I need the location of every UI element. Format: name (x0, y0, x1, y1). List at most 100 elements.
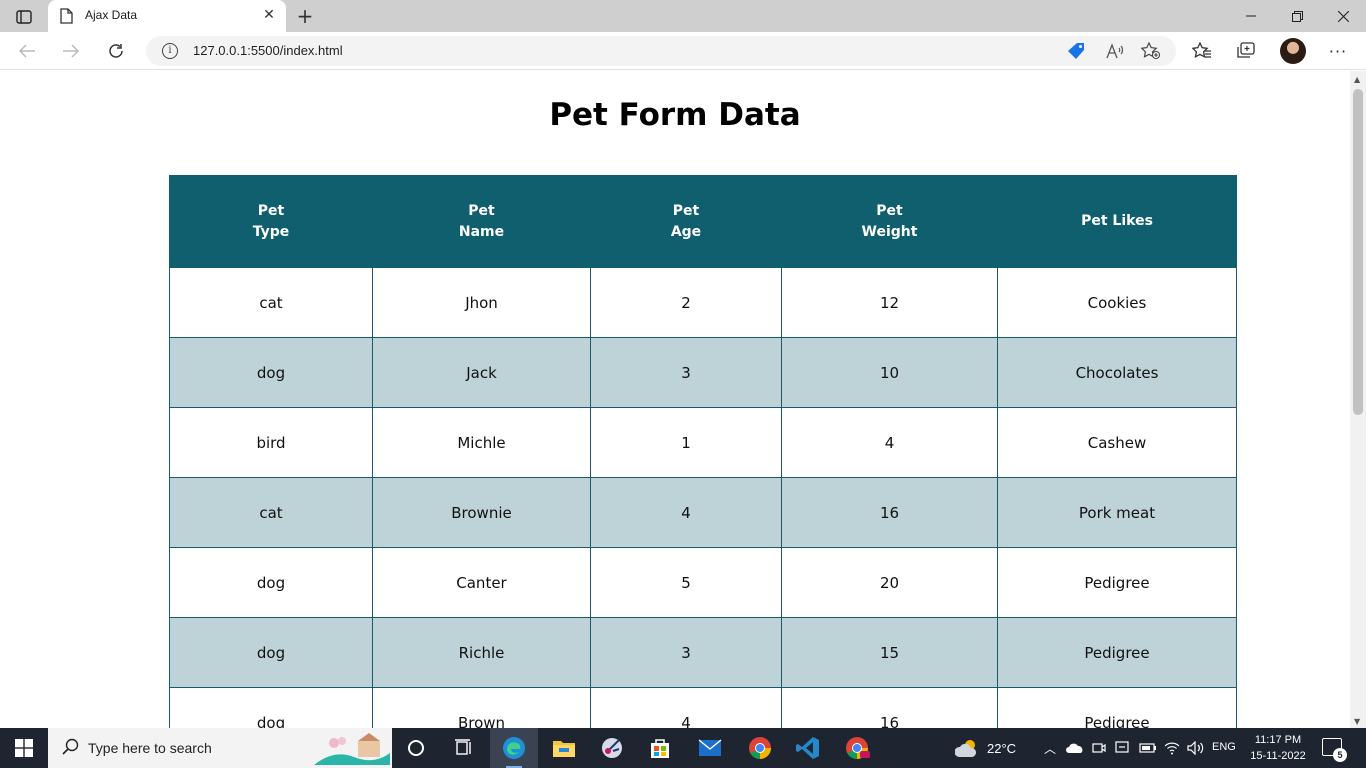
cell-pet-weight: 12 (781, 267, 998, 338)
chrome-profile-icon[interactable] (834, 728, 882, 768)
profile-avatar[interactable] (1280, 38, 1306, 64)
clock-time: 11:17 PM (1254, 734, 1302, 746)
favorites-icon[interactable] (1189, 39, 1215, 63)
address-bar[interactable]: i 127.0.0.1:5500/index.html (146, 36, 1176, 66)
table-header-row: Pet Type Pet Name Pet Age Pet Weight Pet Lik… (169, 175, 1237, 268)
cell-pet-type: cat (169, 477, 373, 548)
cell-pet-weight: 15 (781, 617, 998, 688)
cell-pet-name: Richle (372, 617, 591, 688)
wifi-icon[interactable] (1164, 741, 1180, 755)
url-text[interactable]: 127.0.0.1:5500/index.html (193, 43, 343, 58)
file-explorer-icon[interactable] (540, 728, 588, 768)
cell-pet-weight: 4 (781, 407, 998, 478)
cell-pet-age: 4 (590, 477, 782, 548)
scroll-up-icon[interactable]: ▲ (1354, 75, 1360, 84)
language-indicator[interactable]: ENG (1212, 741, 1236, 753)
window-close-icon[interactable] (1320, 0, 1366, 32)
notification-count-badge: 5 (1333, 748, 1347, 762)
page-title: Pet Form Data (549, 97, 801, 133)
cell-pet-likes: Pork meat (997, 477, 1237, 548)
weather-cloud-icon (955, 740, 977, 757)
restore-icon[interactable] (1274, 0, 1320, 32)
taskbar-search-box[interactable]: Type here to search (48, 728, 392, 768)
cell-pet-likes: Chocolates (997, 337, 1237, 408)
cell-pet-age: 3 (590, 337, 782, 408)
table-row: cat Brownie 4 16 Pork meat (169, 477, 1237, 548)
cell-pet-type: dog (169, 337, 373, 408)
scroll-thumb[interactable] (1353, 89, 1363, 415)
pet-data-table: Pet Type Pet Name Pet Age Pet Weight Pet Lik… (169, 175, 1237, 728)
page-scrollbar[interactable]: ▲ ▼ (1350, 71, 1366, 728)
search-highlight-illustration (314, 733, 390, 765)
cell-pet-likes: Cookies (997, 267, 1237, 338)
battery-icon[interactable] (1139, 742, 1157, 754)
forward-icon[interactable] (58, 39, 84, 63)
read-aloud-icon[interactable] (1104, 41, 1126, 61)
table-row: dog Jack 3 10 Chocolates (169, 337, 1237, 408)
volume-icon[interactable] (1187, 741, 1205, 755)
reload-icon[interactable] (103, 39, 129, 63)
cell-pet-age: 1 (590, 407, 782, 478)
cell-pet-age: 3 (590, 617, 782, 688)
more-menu-icon[interactable]: ··· (1325, 39, 1351, 63)
cell-pet-weight: 16 (781, 687, 998, 728)
browser-titlebar: Ajax Data ✕ + (0, 0, 1366, 32)
vscode-icon[interactable] (784, 728, 832, 768)
weather-widget[interactable]: 22°C (955, 728, 1016, 768)
task-view-icon[interactable] (440, 728, 488, 768)
table-row: dog Brown 4 16 Pedigree (169, 687, 1237, 728)
mail-icon[interactable] (686, 728, 734, 768)
cell-pet-likes: Pedigree (997, 547, 1237, 618)
cell-pet-likes: Cashew (997, 407, 1237, 478)
add-favorite-icon[interactable] (1140, 41, 1162, 61)
cell-pet-age: 5 (590, 547, 782, 618)
tab-close-icon[interactable]: ✕ (260, 6, 278, 24)
onedrive-icon[interactable] (1066, 742, 1084, 754)
cell-pet-name: Jack (372, 337, 591, 408)
table-row: dog Canter 5 20 Pedigree (169, 547, 1237, 618)
tab-title: Ajax Data (85, 8, 138, 22)
header-pet-age: Pet Age (590, 175, 782, 268)
weather-temperature: 22°C (987, 740, 1017, 756)
cell-pet-name: Canter (372, 547, 591, 618)
meet-now-icon[interactable] (1092, 741, 1106, 755)
cell-pet-name: Brown (372, 687, 591, 728)
snipping-tool-icon[interactable] (588, 728, 636, 768)
table-row: cat Jhon 2 12 Cookies (169, 267, 1237, 338)
microsoft-store-icon[interactable] (636, 728, 684, 768)
minimize-icon[interactable] (1228, 0, 1274, 32)
new-tab-icon[interactable]: + (293, 4, 317, 28)
header-pet-weight: Pet Weight (781, 175, 998, 268)
document-icon (59, 8, 73, 28)
cell-pet-name: Brownie (372, 477, 591, 548)
show-hidden-icons-icon[interactable]: ︿ (1044, 740, 1056, 757)
cell-pet-type: dog (169, 547, 373, 618)
table-row: bird Michle 1 4 Cashew (169, 407, 1237, 478)
cell-pet-weight: 20 (781, 547, 998, 618)
site-info-icon[interactable]: i (162, 43, 178, 59)
cell-pet-likes: Pedigree (997, 687, 1237, 728)
cell-pet-age: 4 (590, 687, 782, 728)
browser-tab-active[interactable]: Ajax Data ✕ (48, 0, 286, 32)
page-viewport: Pet Form Data Pet Type Pet Name Pet Age Pet… (0, 71, 1350, 728)
edge-icon[interactable] (490, 728, 538, 768)
shopping-tag-icon[interactable] (1066, 41, 1088, 61)
header-pet-type: Pet Type (169, 175, 373, 268)
taskbar-clock[interactable]: 11:17 PM 15-11-2022 (1244, 732, 1312, 764)
cell-pet-weight: 16 (781, 477, 998, 548)
collections-icon[interactable] (1233, 39, 1259, 63)
cell-pet-likes: Pedigree (997, 617, 1237, 688)
cell-pet-type: bird (169, 407, 373, 478)
network-adapter-icon[interactable] (1115, 741, 1131, 755)
cell-pet-type: cat (169, 267, 373, 338)
cell-pet-name: Michle (372, 407, 591, 478)
search-placeholder: Type here to search (88, 740, 212, 756)
cortana-icon[interactable] (392, 728, 440, 768)
tab-actions-icon[interactable] (10, 7, 38, 27)
cell-pet-weight: 10 (781, 337, 998, 408)
browser-toolbar: i 127.0.0.1:5500/index.html ··· (0, 32, 1366, 70)
chrome-icon[interactable] (736, 728, 784, 768)
scroll-down-icon[interactable]: ▼ (1354, 717, 1360, 726)
windows-start-icon[interactable] (0, 728, 48, 768)
back-icon[interactable] (14, 39, 40, 63)
